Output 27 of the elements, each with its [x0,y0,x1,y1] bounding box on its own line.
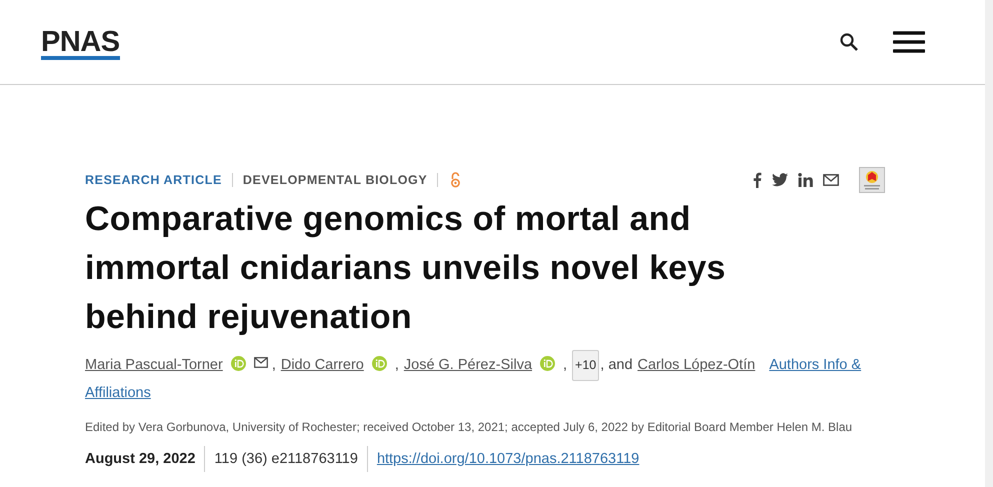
logo[interactable]: PNAS [41,28,120,60]
separator-text: , [394,357,399,374]
authors-info-link[interactable]: Affiliations [85,381,151,406]
twitter-icon[interactable] [772,173,788,187]
separator-text: , [563,357,568,374]
menu-icon[interactable] [893,30,925,54]
more-authors-button[interactable]: +10 [572,350,600,381]
citation: 119 (36) e2118763119 [205,446,368,472]
separator-text: , and [600,357,633,374]
author-link[interactable]: Dido Carrero [280,357,364,374]
email-icon[interactable] [254,357,268,368]
update-badge-icon[interactable] [859,167,885,193]
search-icon[interactable] [839,32,859,52]
author-link[interactable]: Maria Pascual-Torner [85,357,223,374]
publication-date: August 29, 2022 [85,446,206,472]
email-icon[interactable] [823,174,839,186]
editor-note: Edited by Vera Gorbunova, University of Rochester; received October 13, 2021; accepted July 6, 2022 by Editorial Board Member Helen M. Blau [85,420,854,434]
facebook-icon[interactable] [752,172,762,188]
linkedin-icon[interactable] [798,173,813,187]
author-link[interactable]: Carlos López-Otín [638,357,756,374]
article-type[interactable]: RESEARCH ARTICLE [85,173,233,187]
separator-text: , [272,357,276,374]
doi-link[interactable]: https://doi.org/10.1073/pnas.2118763119 [368,451,640,467]
authors-info-link[interactable]: Authors Info & [769,353,862,378]
article-title: Comparative genomics of mortal and immortal cnidarians unveils novel keys behind rejuvenation [85,199,727,338]
article-subject[interactable]: DEVELOPMENTAL BIOLOGY [242,173,438,187]
author-link[interactable]: José G. Pérez-Silva [404,357,532,374]
